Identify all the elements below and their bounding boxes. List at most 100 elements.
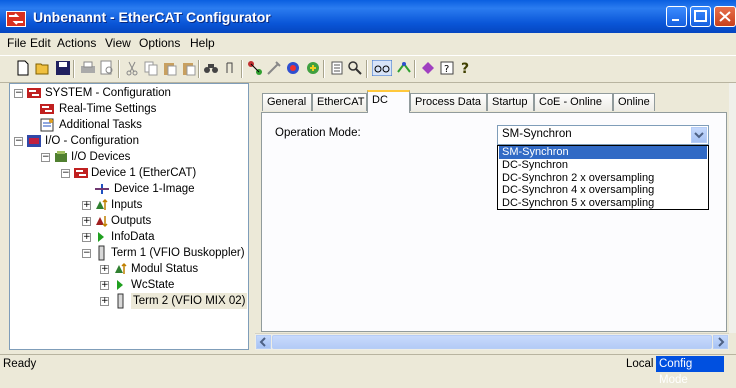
operation-mode-value: SM-Synchron <box>502 128 572 140</box>
help-icon[interactable]: ? <box>439 60 455 76</box>
operation-mode-label: Operation Mode: <box>275 127 361 139</box>
tab-dc[interactable]: DC <box>367 90 410 113</box>
toolbar-separator <box>198 60 200 78</box>
window-title: Unbenannt - EtherCAT Configurator <box>33 9 271 25</box>
collapse-toggle[interactable]: − <box>82 249 91 258</box>
tab-general[interactable]: General <box>262 93 312 111</box>
operation-mode-select[interactable]: SM-Synchron <box>497 125 709 145</box>
activate-icon[interactable] <box>305 60 321 76</box>
tree-node-system[interactable]: SYSTEM - Configuration <box>45 85 171 101</box>
inputs-icon <box>96 198 108 210</box>
tree-node-io[interactable]: I/O - Configuration <box>45 133 139 149</box>
tree-node-io-devices[interactable]: I/O Devices <box>71 149 130 165</box>
tree-node-wcstate[interactable]: WcState <box>131 277 174 293</box>
routing-icon[interactable] <box>396 60 412 76</box>
menu-actions[interactable]: Actions <box>57 36 96 50</box>
tree-node-infodata[interactable]: InfoData <box>111 229 154 245</box>
target-icon[interactable] <box>285 60 301 76</box>
expand-toggle[interactable]: + <box>100 281 109 290</box>
expand-toggle[interactable]: + <box>82 233 91 242</box>
scroll-left-button[interactable] <box>256 335 271 349</box>
print-preview-icon[interactable] <box>99 60 115 76</box>
install-icon[interactable] <box>420 60 436 76</box>
tree-node-term2[interactable]: Term 2 (VFIO MIX 02) <box>131 293 248 309</box>
tree-node-device1-image[interactable]: Device 1-Image <box>114 181 195 197</box>
option-dc-synchron-4x[interactable]: DC-Synchron 4 x oversampling <box>499 184 707 197</box>
paste-icon[interactable] <box>162 60 178 76</box>
menu-edit[interactable]: Edit <box>30 36 51 50</box>
minimize-button[interactable] <box>666 6 687 27</box>
configuration-tree[interactable]: − SYSTEM - Configuration Real-Time Setti… <box>9 83 249 350</box>
tools-icon[interactable] <box>266 60 282 76</box>
tab-startup[interactable]: Startup <box>487 93 534 111</box>
print-icon[interactable] <box>80 60 96 76</box>
scroll-right-button[interactable] <box>713 335 728 349</box>
expand-toggle[interactable]: + <box>82 217 91 226</box>
collapse-toggle[interactable]: − <box>14 89 23 98</box>
terminal-icon <box>117 293 124 309</box>
collapse-toggle[interactable]: − <box>61 169 70 178</box>
option-dc-synchron-5x[interactable]: DC-Synchron 5 x oversampling <box>499 197 707 210</box>
scroll-thumb[interactable] <box>272 335 712 349</box>
tree-node-tasks[interactable]: Additional Tasks <box>59 117 142 133</box>
toolbar-separator <box>118 60 120 78</box>
menu-file[interactable]: File <box>7 36 26 50</box>
tab-ethercat[interactable]: EtherCAT <box>312 93 367 111</box>
menu-view[interactable]: View <box>105 36 131 50</box>
title-bar: Unbenannt - EtherCAT Configurator <box>0 0 736 33</box>
status-local: Local <box>626 358 654 370</box>
glasses-icon[interactable] <box>372 60 392 76</box>
collapse-toggle[interactable]: − <box>14 137 23 146</box>
close-icon <box>719 11 731 22</box>
menu-help[interactable]: Help <box>190 36 215 50</box>
whats-this-icon[interactable]: ? <box>458 60 474 76</box>
chevron-down-icon <box>694 132 704 139</box>
tree-node-modul-status[interactable]: Modul Status <box>131 261 198 277</box>
network-icon[interactable] <box>247 60 263 76</box>
paste-special-icon[interactable] <box>181 60 197 76</box>
zoom-icon[interactable] <box>347 60 363 76</box>
copy-icon[interactable] <box>143 60 159 76</box>
tab-coe-online[interactable]: CoE - Online <box>534 93 613 111</box>
modul-status-icon <box>115 262 127 274</box>
outputs-icon <box>96 216 108 228</box>
ethercat-device-icon <box>74 168 88 178</box>
horizontal-scrollbar[interactable] <box>255 333 729 350</box>
tasks-icon <box>40 118 54 132</box>
maximize-button[interactable] <box>690 6 711 27</box>
find-icon[interactable] <box>222 60 238 76</box>
expand-toggle[interactable]: + <box>100 265 109 274</box>
binoculars-icon[interactable] <box>203 60 219 76</box>
operation-mode-dropdown-list: SM-Synchron DC-Synchron DC-Synchron 2 x … <box>497 145 709 210</box>
option-sm-synchron[interactable]: SM-Synchron <box>499 146 707 159</box>
tab-process-data[interactable]: Process Data <box>410 93 487 111</box>
tree-node-inputs[interactable]: Inputs <box>111 197 142 213</box>
tab-online[interactable]: Online <box>613 93 655 111</box>
toolbar: ? ? <box>0 55 736 83</box>
collapse-toggle[interactable]: − <box>41 153 50 162</box>
ethercat-app-icon <box>6 11 26 27</box>
toolbar-separator <box>73 60 75 78</box>
tree-node-term1[interactable]: Term 1 (VFIO Buskoppler) <box>111 245 245 261</box>
tree-node-realtime[interactable]: Real-Time Settings <box>59 101 156 117</box>
open-icon[interactable] <box>35 60 51 76</box>
menu-options[interactable]: Options <box>139 36 180 50</box>
cut-icon[interactable] <box>124 60 140 76</box>
toolbar-separator <box>241 60 243 78</box>
realtime-icon <box>40 104 54 114</box>
expand-toggle[interactable]: + <box>100 297 109 306</box>
expand-toggle[interactable]: + <box>82 201 91 210</box>
close-button[interactable] <box>714 6 736 27</box>
save-icon[interactable] <box>55 60 71 76</box>
option-dc-synchron[interactable]: DC-Synchron <box>499 159 707 172</box>
toolbar-separator <box>366 60 368 78</box>
wcstate-icon <box>117 280 123 290</box>
new-icon[interactable] <box>15 60 31 76</box>
io-devices-icon <box>55 151 67 162</box>
tree-node-outputs[interactable]: Outputs <box>111 213 151 229</box>
list-icon[interactable] <box>329 60 345 76</box>
tree-node-device1[interactable]: Device 1 (EtherCAT) <box>91 165 196 181</box>
svg-text:?: ? <box>461 61 469 76</box>
dropdown-button[interactable] <box>691 127 707 143</box>
vertical-scrollbar[interactable] <box>729 83 736 333</box>
